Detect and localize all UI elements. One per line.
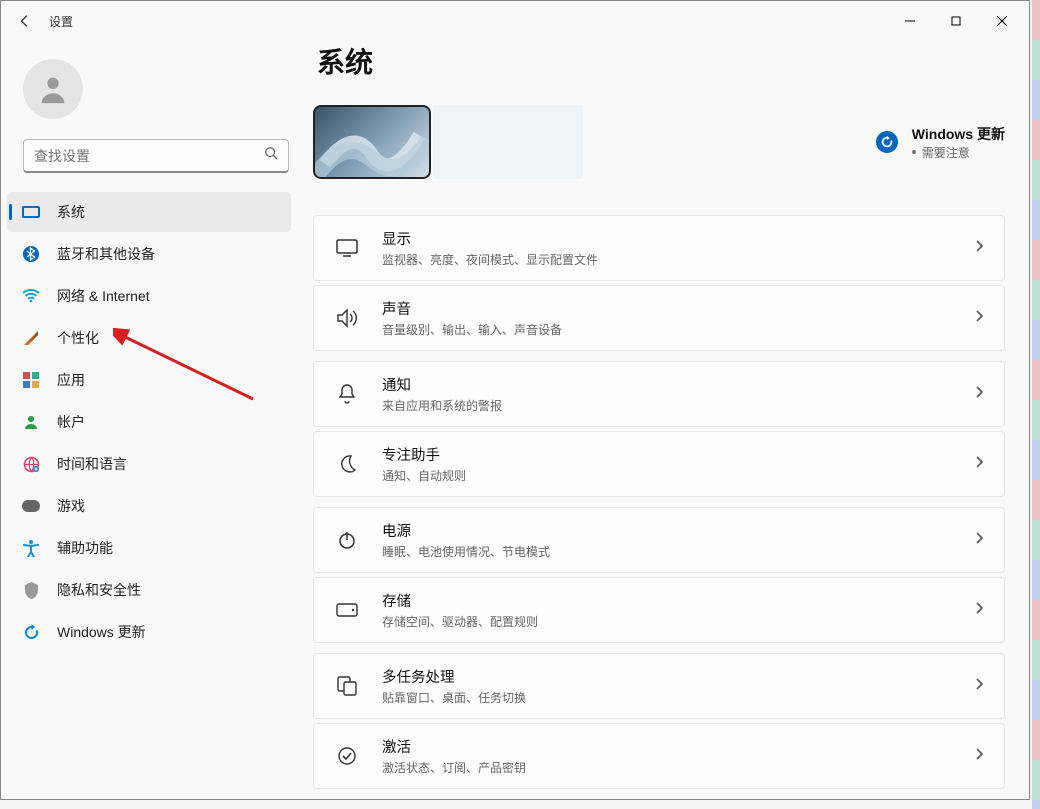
sidebar-item-label: 帐户	[57, 412, 85, 432]
desktop-preview[interactable]	[313, 105, 431, 179]
activation-icon	[334, 746, 360, 766]
settings-card-bell[interactable]: 通知来自应用和系统的警报	[313, 361, 1005, 427]
card-subtitle: 音量级别、输出、输入、声音设备	[382, 321, 976, 338]
chevron-right-icon	[976, 601, 984, 619]
bluetooth-icon	[21, 244, 41, 264]
monitor-icon	[21, 202, 41, 222]
sidebar-item-5[interactable]: 帐户	[7, 402, 291, 442]
sidebar-item-9[interactable]: 隐私和安全性	[7, 570, 291, 610]
card-title: 显示	[382, 228, 976, 249]
search-icon	[264, 146, 278, 165]
card-title: 激活	[382, 736, 976, 757]
card-subtitle: 存储空间、驱动器、配置规则	[382, 613, 976, 630]
sidebar-item-label: 蓝牙和其他设备	[57, 244, 155, 264]
chevron-right-icon	[976, 239, 984, 257]
sidebar-item-2[interactable]: 网络 & Internet	[7, 276, 291, 316]
maximize-button[interactable]	[933, 5, 979, 37]
titlebar: 设置	[1, 1, 1029, 41]
chevron-right-icon	[976, 531, 984, 549]
card-title: 声音	[382, 298, 976, 319]
settings-card-power[interactable]: 电源睡眠、电池使用情况、节电模式	[313, 507, 1005, 573]
settings-card-storage[interactable]: 存储存储空间、驱动器、配置规则	[313, 577, 1005, 643]
card-title: 多任务处理	[382, 666, 976, 687]
sidebar-item-label: 网络 & Internet	[57, 286, 150, 306]
shield-icon	[21, 580, 41, 600]
sidebar-item-4[interactable]: 应用	[7, 360, 291, 400]
card-title: 存储	[382, 590, 976, 611]
apps-icon	[21, 370, 41, 390]
sidebar-item-0[interactable]: 系统	[7, 192, 291, 232]
display-icon	[334, 239, 360, 257]
globe-icon	[21, 454, 41, 474]
sidebar-item-label: 系统	[57, 202, 85, 222]
update-subtitle: 需要注意	[912, 144, 1005, 161]
main-content: 系统 Windows 更新 需要注意 显示监视器、亮度、夜间模式	[301, 41, 1029, 799]
update-sync-icon	[876, 131, 898, 153]
device-hero: Windows 更新 需要注意	[313, 105, 1005, 179]
brush-icon	[21, 328, 41, 348]
gamepad-icon	[21, 496, 41, 516]
sidebar-item-8[interactable]: 辅助功能	[7, 528, 291, 568]
sound-icon	[334, 308, 360, 328]
sidebar-item-label: Windows 更新	[57, 622, 146, 642]
sidebar-item-label: 游戏	[57, 496, 85, 516]
sidebar-item-1[interactable]: 蓝牙和其他设备	[7, 234, 291, 274]
sidebar-item-label: 时间和语言	[57, 454, 127, 474]
chevron-right-icon	[976, 747, 984, 765]
card-subtitle: 来自应用和系统的警报	[382, 397, 976, 414]
settings-card-multitask[interactable]: 多任务处理贴靠窗口、桌面、任务切换	[313, 653, 1005, 719]
sidebar-item-label: 个性化	[57, 328, 99, 348]
user-icon	[21, 412, 41, 432]
card-title: 电源	[382, 520, 976, 541]
card-subtitle: 激活状态、订阅、产品密钥	[382, 759, 976, 776]
chevron-right-icon	[976, 677, 984, 695]
minimize-button[interactable]	[887, 5, 933, 37]
sidebar-item-10[interactable]: Windows 更新	[7, 612, 291, 652]
sidebar-item-label: 应用	[57, 370, 85, 390]
user-avatar[interactable]	[23, 59, 83, 119]
window-controls	[887, 5, 1025, 37]
sidebar-item-6[interactable]: 时间和语言	[7, 444, 291, 484]
chevron-right-icon	[976, 455, 984, 473]
update-icon	[21, 622, 41, 642]
wifi-icon	[21, 286, 41, 306]
card-subtitle: 监视器、亮度、夜间模式、显示配置文件	[382, 251, 976, 268]
sidebar-item-label: 辅助功能	[57, 538, 113, 558]
close-button[interactable]	[979, 5, 1025, 37]
settings-card-sound[interactable]: 声音音量级别、输出、输入、声音设备	[313, 285, 1005, 351]
accessibility-icon	[21, 538, 41, 558]
sidebar: 系统蓝牙和其他设备网络 & Internet 个性化应用帐户时间和语言游戏辅助功能…	[1, 41, 301, 799]
multitask-icon	[334, 676, 360, 696]
page-title: 系统	[317, 41, 1005, 81]
power-icon	[334, 530, 360, 550]
back-button[interactable]	[5, 1, 45, 41]
storage-icon	[334, 603, 360, 617]
card-subtitle: 通知、自动规则	[382, 467, 976, 484]
search-input[interactable]	[34, 148, 264, 164]
windows-update-widget[interactable]: Windows 更新 需要注意	[876, 124, 1005, 161]
settings-card-moon[interactable]: 专注助手通知、自动规则	[313, 431, 1005, 497]
sidebar-item-7[interactable]: 游戏	[7, 486, 291, 526]
search-box[interactable]	[23, 139, 289, 173]
moon-icon	[334, 454, 360, 474]
device-info-placeholder	[433, 105, 583, 179]
settings-card-activation[interactable]: 激活激活状态、订阅、产品密钥	[313, 723, 1005, 789]
update-title: Windows 更新	[912, 124, 1005, 144]
desktop-edge	[1032, 0, 1040, 809]
card-title: 专注助手	[382, 444, 976, 465]
settings-card-display[interactable]: 显示监视器、亮度、夜间模式、显示配置文件	[313, 215, 1005, 281]
card-subtitle: 贴靠窗口、桌面、任务切换	[382, 689, 976, 706]
sidebar-item-label: 隐私和安全性	[57, 580, 141, 600]
app-title: 设置	[49, 13, 73, 30]
chevron-right-icon	[976, 385, 984, 403]
bell-icon	[334, 383, 360, 405]
chevron-right-icon	[976, 309, 984, 327]
settings-window: 设置 系统蓝牙和其他设备网络 & Internet 个性化应用帐户时间和语言游戏辅…	[0, 0, 1030, 800]
sidebar-item-3[interactable]: 个性化	[7, 318, 291, 358]
card-title: 通知	[382, 374, 976, 395]
card-subtitle: 睡眠、电池使用情况、节电模式	[382, 543, 976, 560]
